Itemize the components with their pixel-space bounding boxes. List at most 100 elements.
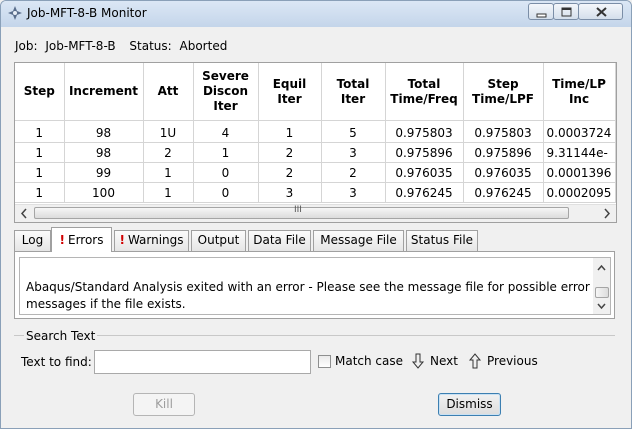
- maximize-icon: [561, 7, 572, 17]
- table-cell: 3: [321, 142, 386, 163]
- job-monitor-window: Job-MFT-8-B Monitor Job: Job-MFT-8-B Sta…: [0, 0, 632, 429]
- table-cell: 1: [193, 142, 259, 163]
- column-header[interactable]: Equil Iter: [258, 63, 322, 121]
- column-header[interactable]: Total Iter: [321, 63, 386, 121]
- table-cell: 1: [15, 182, 65, 203]
- match-case-label[interactable]: Match case: [335, 354, 403, 368]
- kill-button[interactable]: Kill: [133, 393, 195, 416]
- column-header-line: Equil: [272, 76, 307, 91]
- horizontal-scroll-thumb[interactable]: III: [34, 205, 569, 219]
- column-header-line: Step: [23, 84, 55, 98]
- job-label: Job:: [15, 39, 38, 53]
- table-cell: 0.975803: [463, 123, 544, 143]
- table-cell: 1: [143, 162, 194, 183]
- table-cell: 0.975803: [385, 123, 464, 143]
- column-header[interactable]: Step: [15, 63, 65, 121]
- table-cell: 1: [15, 142, 65, 163]
- column-header-line: Total: [407, 76, 441, 91]
- tab-label: Log: [21, 233, 44, 247]
- tab-output[interactable]: Output: [191, 230, 246, 251]
- increment-table-frame: Step Increment Att Severe Discon Iter Equil Ite…: [14, 62, 617, 223]
- table-row[interactable]: 1 100 1 0 3 3 0.976245 0.976245 0.0002095: [15, 182, 616, 203]
- table-row[interactable]: 1 99 1 0 2 2 0.976035 0.976035 0.0001396: [15, 162, 616, 183]
- scroll-down-icon[interactable]: [593, 297, 610, 314]
- vertical-scrollbar[interactable]: [593, 258, 610, 314]
- arrow-down-icon: [411, 353, 425, 369]
- match-case-checkbox[interactable]: [318, 355, 331, 368]
- title-bar[interactable]: Job-MFT-8-B Monitor: [1, 1, 631, 27]
- table-cell: 2: [143, 142, 194, 163]
- maximize-button[interactable]: [553, 3, 579, 20]
- table-cell: 99: [64, 162, 144, 183]
- search-input[interactable]: [94, 350, 311, 374]
- table-row[interactable]: 1 98 2 1 2 3 0.975896 0.975896 9.31144e-: [15, 142, 616, 163]
- table-cell: 9.31144e-: [543, 142, 616, 163]
- close-icon: [596, 7, 607, 17]
- table-cell: 1: [258, 123, 322, 143]
- abaqus-app-icon: [8, 6, 22, 20]
- table-cell: 2: [321, 162, 386, 183]
- status-label: Status:: [129, 39, 172, 53]
- minimize-button[interactable]: [528, 3, 554, 20]
- table-header-row: Step Increment Att Severe Discon Iter Equil Ite…: [15, 63, 616, 121]
- tab-warnings[interactable]: ! Warnings: [114, 230, 189, 251]
- errors-text-area[interactable]: Abaqus/Standard Analysis exited with an …: [19, 257, 611, 315]
- error-marker-icon: !: [59, 233, 65, 247]
- table-cell: 5: [321, 123, 386, 143]
- table-cell: 1: [143, 182, 194, 203]
- column-header-line: Time/LPF: [472, 91, 534, 106]
- table-cell: 0: [193, 182, 259, 203]
- scroll-right-icon[interactable]: [598, 205, 615, 222]
- column-header-line: Iter: [277, 91, 302, 106]
- tab-message-file[interactable]: Message File: [313, 230, 404, 251]
- tab-data-file[interactable]: Data File: [248, 230, 311, 251]
- column-header-line: Att: [157, 84, 179, 98]
- table-cell: 100: [64, 182, 144, 203]
- table-cell: 0.976035: [463, 162, 544, 183]
- column-header[interactable]: Increment: [64, 63, 144, 121]
- close-window-button[interactable]: [578, 3, 623, 20]
- next-button[interactable]: Next: [411, 353, 461, 369]
- tab-errors[interactable]: ! Errors: [51, 227, 112, 252]
- tab-label: Message File: [320, 233, 397, 247]
- job-status-line: Job: Job-MFT-8-B Status: Aborted: [15, 39, 231, 53]
- table-cell: 0.975896: [385, 142, 464, 163]
- tab-label: Data File: [253, 233, 306, 247]
- table-cell: 0.0002095: [543, 182, 616, 203]
- table-cell: 0.975896: [463, 142, 544, 163]
- column-header[interactable]: Att: [143, 63, 194, 121]
- horizontal-scrollbar[interactable]: III: [15, 204, 616, 222]
- column-header[interactable]: Severe Discon Iter: [193, 63, 259, 121]
- dismiss-button[interactable]: Dismiss: [438, 393, 501, 416]
- search-group-title: Search Text: [24, 329, 98, 343]
- column-header[interactable]: Time/LP Inc: [543, 63, 616, 121]
- column-header[interactable]: Total Time/Freq: [385, 63, 464, 121]
- table-row[interactable]: 1 98 1U 4 1 5 0.975803 0.975803 0.0003724: [15, 123, 616, 143]
- table-cell: 3: [258, 182, 322, 203]
- column-header-line: Discon: [202, 84, 249, 98]
- column-header[interactable]: Step Time/LPF: [463, 63, 544, 121]
- table-cell: 1U: [143, 123, 194, 143]
- column-header-line: Step: [487, 76, 519, 91]
- scroll-up-icon[interactable]: [593, 260, 610, 277]
- table-cell: 0.0001396: [543, 162, 616, 183]
- table-cell: 98: [64, 123, 144, 143]
- text-to-find-label: Text to find:: [21, 355, 92, 369]
- minimize-icon: [536, 13, 547, 18]
- tab-status-file[interactable]: Status File: [406, 230, 478, 251]
- previous-label: Previous: [487, 354, 538, 368]
- tab-log[interactable]: Log: [14, 230, 51, 251]
- table-cell: 0.0003724: [543, 123, 616, 143]
- table-cell: 1: [15, 123, 65, 143]
- table-cell: 1: [15, 162, 65, 183]
- table-cell: 2: [258, 142, 322, 163]
- table-cell: 0.976035: [385, 162, 464, 183]
- window-title: Job-MFT-8-B Monitor: [27, 6, 147, 20]
- scroll-grip: III: [294, 205, 302, 215]
- column-header-line: Increment: [68, 84, 139, 98]
- tab-label: Warnings: [127, 233, 184, 247]
- previous-button[interactable]: Previous: [468, 353, 540, 369]
- scroll-left-icon[interactable]: [16, 205, 33, 222]
- errors-text: Abaqus/Standard Analysis exited with an …: [26, 280, 590, 311]
- tab-label: Errors: [67, 233, 104, 247]
